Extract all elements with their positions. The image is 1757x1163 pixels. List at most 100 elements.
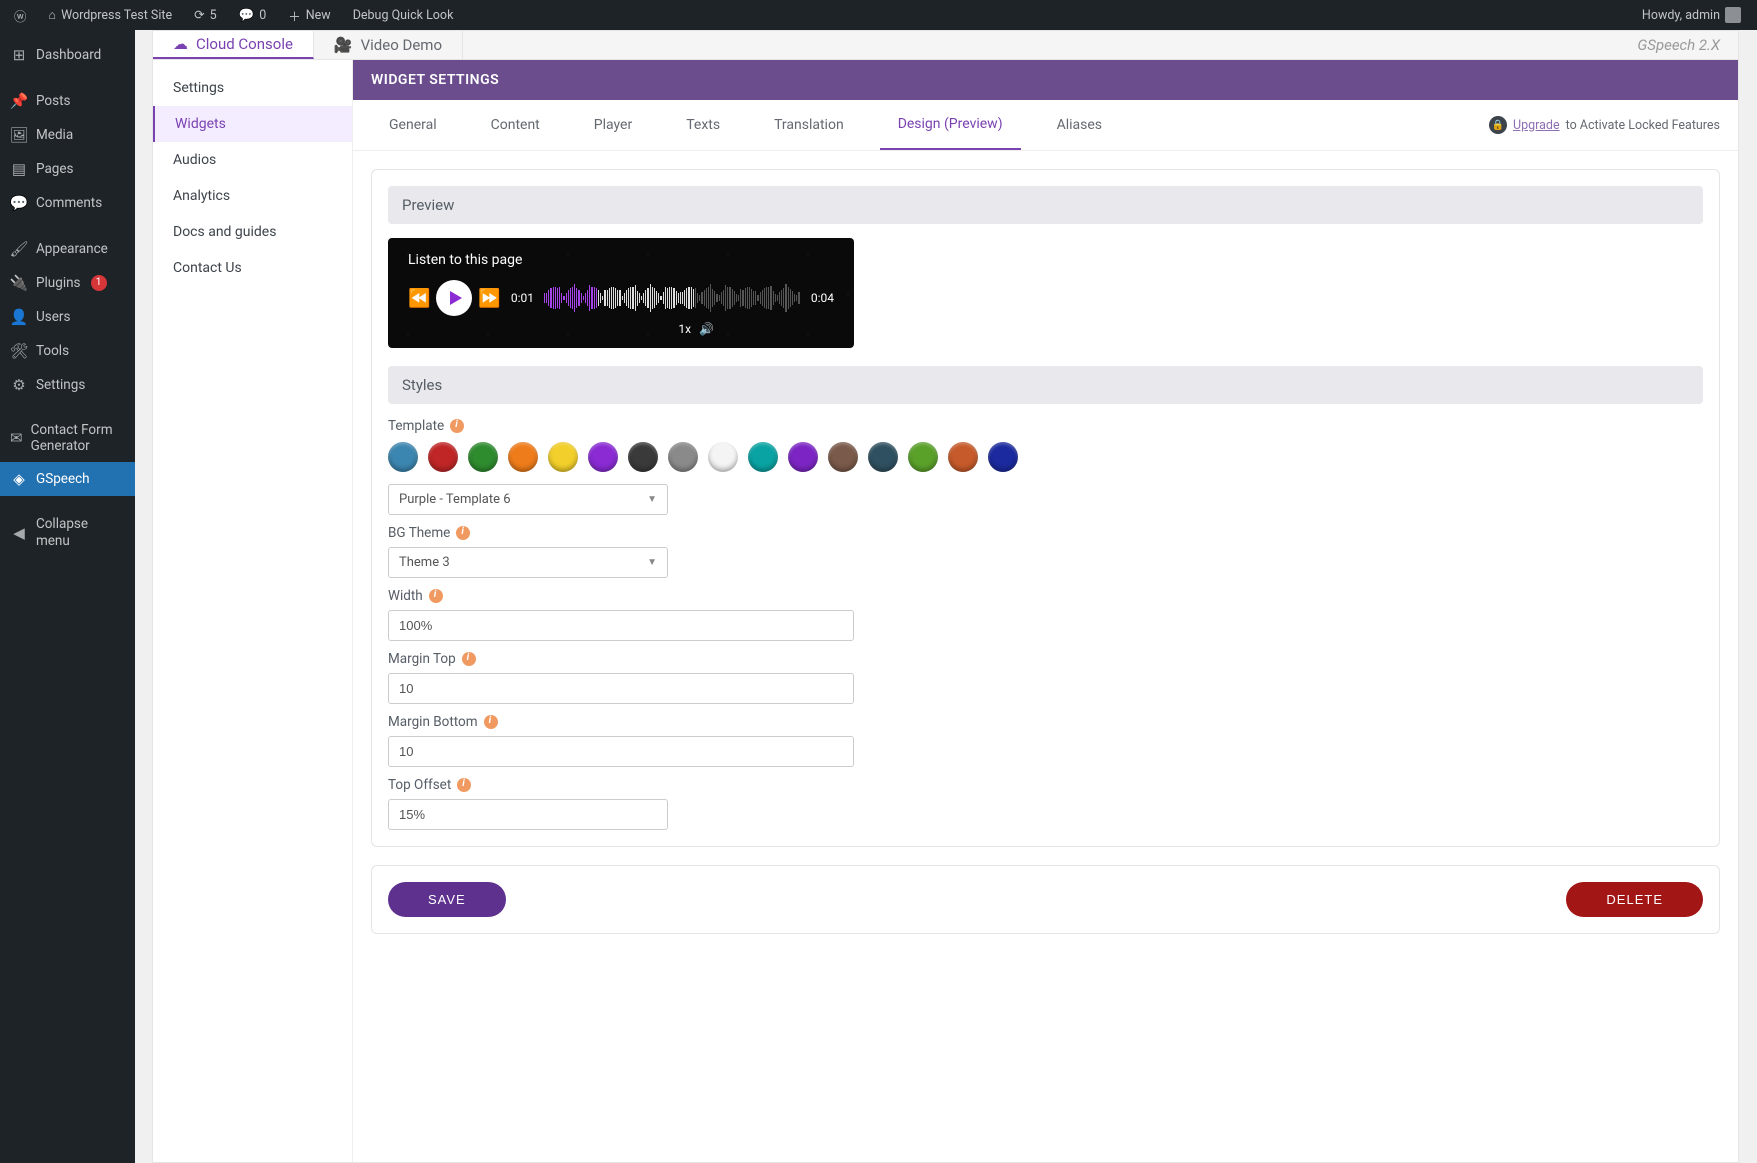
- wp-sidebar: ⊞Dashboard 📌Posts🖼Media ▤ Pages 💬Comments 🖌Ap…: [0, 30, 135, 1163]
- preview-section-hdr: Preview: [388, 186, 1703, 224]
- menu-icon: ▤: [10, 160, 28, 178]
- upgrade-link[interactable]: Upgrade: [1513, 118, 1560, 133]
- chevron-down-icon: ▼: [647, 494, 657, 505]
- tab-texts[interactable]: Texts: [668, 101, 738, 149]
- badge: 1: [91, 275, 107, 291]
- width-input[interactable]: [388, 610, 854, 641]
- color-swatch-4[interactable]: [548, 442, 578, 472]
- tab-video-demo[interactable]: 🎥 Video Demo: [314, 31, 463, 59]
- volume-icon[interactable]: 🔊: [699, 322, 714, 336]
- site-home[interactable]: ⌂ Wordpress Test Site: [43, 0, 179, 30]
- margin-top-input[interactable]: [388, 673, 854, 704]
- menu-icon: 🛠: [10, 342, 28, 360]
- comments-top[interactable]: 💬 0: [233, 0, 273, 30]
- waveform[interactable]: [544, 284, 801, 312]
- tab-translation[interactable]: Translation: [756, 101, 862, 149]
- avatar: [1725, 7, 1741, 23]
- rewind-icon[interactable]: ⏪: [408, 288, 430, 309]
- wp-menu-users[interactable]: 👤Users: [0, 300, 135, 334]
- tab-cloud-console[interactable]: ☁ Cloud Console: [153, 31, 314, 59]
- color-swatch-2[interactable]: [468, 442, 498, 472]
- gs-menu-docs-and-guides[interactable]: Docs and guides: [153, 214, 352, 250]
- chevron-down-icon: ▼: [647, 557, 657, 568]
- wp-menu-comments[interactable]: 💬Comments: [0, 186, 135, 220]
- color-swatch-11[interactable]: [828, 442, 858, 472]
- wp-menu-dashboard[interactable]: ⊞Dashboard: [0, 38, 135, 72]
- play-button[interactable]: [436, 280, 472, 316]
- menu-label: Settings: [36, 377, 85, 393]
- gs-menu-analytics[interactable]: Analytics: [153, 178, 352, 214]
- color-swatch-7[interactable]: [668, 442, 698, 472]
- info-icon[interactable]: [450, 419, 464, 433]
- playback-speed[interactable]: 1x: [678, 322, 691, 336]
- top-offset-input[interactable]: [388, 799, 668, 830]
- color-swatch-12[interactable]: [868, 442, 898, 472]
- color-swatch-14[interactable]: [948, 442, 978, 472]
- wp-menu-media[interactable]: 🖼Media: [0, 118, 135, 152]
- wp-logo[interactable]: ⓦ: [8, 0, 33, 30]
- tab-player[interactable]: Player: [576, 101, 650, 149]
- top-offset-label: Top Offset: [388, 777, 1703, 793]
- menu-icon: 🖌: [10, 240, 28, 258]
- color-swatch-3[interactable]: [508, 442, 538, 472]
- lock-icon: 🔒: [1489, 116, 1507, 134]
- debug-quick-look[interactable]: Debug Quick Look: [347, 0, 460, 30]
- gs-menu-audios[interactable]: Audios: [153, 142, 352, 178]
- plugin-sidebar: SettingsWidgetsAudiosAnalyticsDocs and g…: [153, 60, 353, 1162]
- tab-design-preview-[interactable]: Design (Preview): [880, 100, 1021, 150]
- wp-menu-appearance[interactable]: 🖌Appearance: [0, 232, 135, 266]
- wp-menu-plugins[interactable]: 🔌Plugins1: [0, 266, 135, 300]
- color-swatch-13[interactable]: [908, 442, 938, 472]
- wp-menu-collapse-menu[interactable]: ◀Collapse menu: [0, 508, 135, 556]
- template-swatches: [388, 442, 1703, 472]
- forward-icon[interactable]: ⏩: [478, 288, 500, 309]
- color-swatch-5[interactable]: [588, 442, 618, 472]
- info-icon[interactable]: [429, 589, 443, 603]
- color-swatch-6[interactable]: [628, 442, 658, 472]
- width-label: Width: [388, 588, 1703, 604]
- wp-menu-contact-form-generator[interactable]: ✉Contact Form Generator: [0, 414, 135, 462]
- plugin-version: GSpeech 2.X: [1619, 31, 1738, 59]
- color-swatch-1[interactable]: [428, 442, 458, 472]
- wp-menu-gspeech[interactable]: ◈GSpeech: [0, 462, 135, 496]
- bg-theme-select[interactable]: Theme 3▼: [388, 547, 668, 578]
- new-content[interactable]: ＋ New: [282, 0, 336, 30]
- gs-menu-contact-us[interactable]: Contact Us: [153, 250, 352, 286]
- save-button[interactable]: SAVE: [388, 882, 506, 917]
- menu-icon: 🖼: [10, 126, 28, 144]
- tab-aliases[interactable]: Aliases: [1039, 101, 1120, 149]
- color-swatch-9[interactable]: [748, 442, 778, 472]
- action-row: SAVE DELETE: [371, 865, 1720, 934]
- color-swatch-8[interactable]: [708, 442, 738, 472]
- wp-menu-pages[interactable]: ▤ Pages: [0, 152, 135, 186]
- menu-icon: 👤: [10, 308, 28, 326]
- styles-section-hdr: Styles: [388, 366, 1703, 404]
- template-select[interactable]: Purple - Template 6 ▼: [388, 484, 668, 515]
- plugin-topbar: ☁ Cloud Console 🎥 Video Demo GSpeech 2.X: [152, 30, 1739, 60]
- color-swatch-0[interactable]: [388, 442, 418, 472]
- tab-general[interactable]: General: [371, 101, 455, 149]
- menu-label: Pages: [36, 161, 74, 177]
- template-value: Purple - Template 6: [399, 492, 511, 507]
- updates[interactable]: ⟳ 5: [188, 0, 223, 30]
- menu-label: GSpeech: [36, 471, 90, 487]
- upgrade-banner: 🔒 Upgrade to Activate Locked Features: [1489, 116, 1720, 134]
- color-swatch-15[interactable]: [988, 442, 1018, 472]
- wp-admin-bar: ⓦ ⌂ Wordpress Test Site ⟳ 5 💬 0 ＋ New De…: [0, 0, 1757, 30]
- gs-menu-widgets[interactable]: Widgets: [153, 106, 352, 142]
- account-howdy[interactable]: Howdy, admin: [1636, 0, 1747, 30]
- margin-bottom-input[interactable]: [388, 736, 854, 767]
- info-icon[interactable]: [462, 652, 476, 666]
- menu-icon: 📌: [10, 92, 28, 110]
- wp-menu-tools[interactable]: 🛠 Tools: [0, 334, 135, 368]
- gs-menu-settings[interactable]: Settings: [153, 70, 352, 106]
- color-swatch-10[interactable]: [788, 442, 818, 472]
- info-icon[interactable]: [456, 526, 470, 540]
- info-icon[interactable]: [457, 778, 471, 792]
- info-icon[interactable]: [484, 715, 498, 729]
- wp-menu-settings[interactable]: ⚙Settings: [0, 368, 135, 402]
- delete-button[interactable]: DELETE: [1566, 882, 1703, 917]
- menu-label: Tools: [36, 343, 69, 359]
- tab-content[interactable]: Content: [473, 101, 558, 149]
- wp-menu-posts[interactable]: 📌Posts: [0, 84, 135, 118]
